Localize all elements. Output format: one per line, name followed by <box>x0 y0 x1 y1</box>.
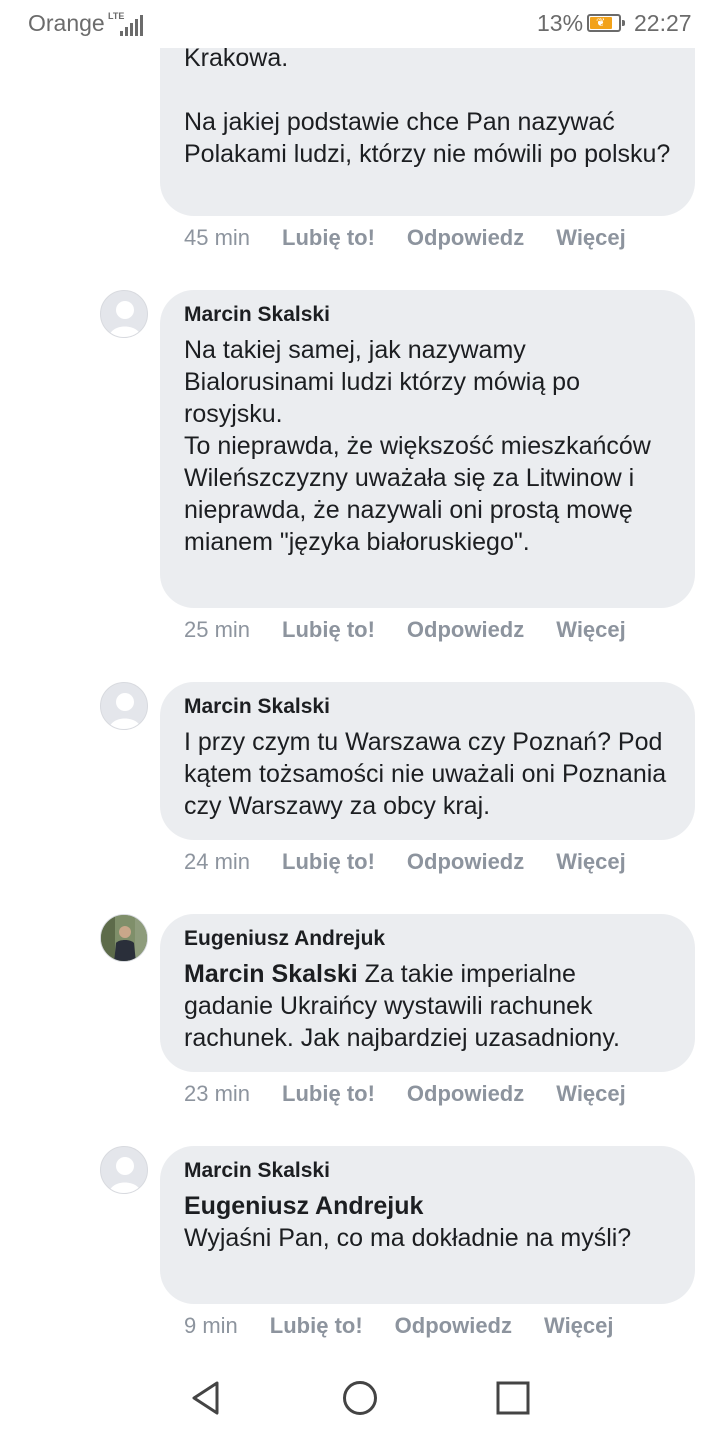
comment-author[interactable]: Eugeniusz Andrejuk <box>184 926 671 952</box>
reply-button[interactable]: Odpowiedz <box>407 849 524 875</box>
reply-button[interactable]: Odpowiedz <box>395 1313 512 1339</box>
reply-button[interactable]: Odpowiedz <box>407 617 524 643</box>
comment-bubble[interactable]: Eugeniusz Andrejuk Marcin Skalski Za tak… <box>160 914 695 1072</box>
like-button[interactable]: Lubię to! <box>282 1081 375 1107</box>
avatar[interactable] <box>100 1146 148 1194</box>
comment-actions: 25 min Lubię to! Odpowiedz Więcej <box>184 617 658 643</box>
comment-author[interactable]: Marcin Skalski <box>184 302 671 328</box>
comment-bubble[interactable]: Marcin Skalski Eugeniusz Andrejuk Wyjaśni… <box>160 1146 695 1304</box>
mention-link[interactable]: Marcin Skalski <box>184 960 358 988</box>
clock: 22:27 <box>634 10 692 36</box>
more-button[interactable]: Więcej <box>556 849 626 875</box>
more-button[interactable]: Więcej <box>556 1081 626 1107</box>
battery-percentage: 13% <box>537 10 584 36</box>
comment-body: Wyjaśni Pan, co ma dokładnie na myśli? <box>184 1224 632 1252</box>
comment-time: 23 min <box>184 1081 251 1106</box>
more-button[interactable]: Więcej <box>556 225 626 251</box>
comment-actions: 45 min Lubię to! Odpowiedz Więcej <box>184 225 658 251</box>
comment-time: 45 min <box>184 225 251 250</box>
like-button[interactable]: Lubię to! <box>282 225 375 251</box>
comment-author[interactable]: Marcin Skalski <box>184 694 671 720</box>
more-button[interactable]: Więcej <box>556 617 626 643</box>
more-button[interactable]: Więcej <box>544 1313 614 1339</box>
recents-icon[interactable] <box>493 1378 533 1418</box>
home-icon[interactable] <box>340 1378 380 1418</box>
like-button[interactable]: Lubię to! <box>282 849 375 875</box>
comment-bubble[interactable]: Marcin Skalski I przy czym tu Warszawa c… <box>160 682 695 840</box>
comment-bubble[interactable]: Marcin Skalski Na takiej samej, jak nazy… <box>160 290 695 608</box>
like-button[interactable]: Lubię to! <box>282 617 375 643</box>
navigation-bar <box>0 1352 720 1440</box>
battery-icon: ❦ <box>587 14 625 32</box>
avatar[interactable] <box>100 290 148 338</box>
status-bar: Orange LTE 13% ❦ 22:27 <box>0 0 720 48</box>
comment-time: 24 min <box>184 849 251 874</box>
comment-text: Na takiej samej, jak nazywamy Bialorusin… <box>184 336 651 556</box>
comment-bubble[interactable]: Krakowa. Na jakiej podstawie chce Pan na… <box>160 20 695 216</box>
comment-actions: 9 min Lubię to! Odpowiedz Więcej <box>184 1313 646 1339</box>
comment-text: Marcin Skalski Za takie imperialne gadan… <box>184 958 671 1054</box>
signal-icon: LTE <box>108 11 144 36</box>
avatar-photo[interactable] <box>100 914 148 962</box>
comment-text: Krakowa. Na jakiej podstawie chce Pan na… <box>184 44 671 168</box>
comment-time: 9 min <box>184 1313 238 1338</box>
like-button[interactable]: Lubię to! <box>270 1313 363 1339</box>
comment-text: I przy czym tu Warszawa czy Poznań? Pod … <box>184 728 674 820</box>
comment-author[interactable]: Marcin Skalski <box>184 1158 671 1184</box>
reply-button[interactable]: Odpowiedz <box>407 1081 524 1107</box>
comment-actions: 23 min Lubię to! Odpowiedz Więcej <box>184 1081 658 1107</box>
avatar[interactable] <box>100 682 148 730</box>
carrier-name: Orange <box>28 10 105 36</box>
comment-actions: 24 min Lubię to! Odpowiedz Więcej <box>184 849 658 875</box>
back-icon[interactable] <box>186 1378 226 1418</box>
comment-text: Eugeniusz Andrejuk Wyjaśni Pan, co ma dok… <box>184 1190 671 1254</box>
mention-link[interactable]: Eugeniusz Andrejuk <box>184 1192 423 1220</box>
comment-time: 25 min <box>184 617 251 642</box>
reply-button[interactable]: Odpowiedz <box>407 225 524 251</box>
